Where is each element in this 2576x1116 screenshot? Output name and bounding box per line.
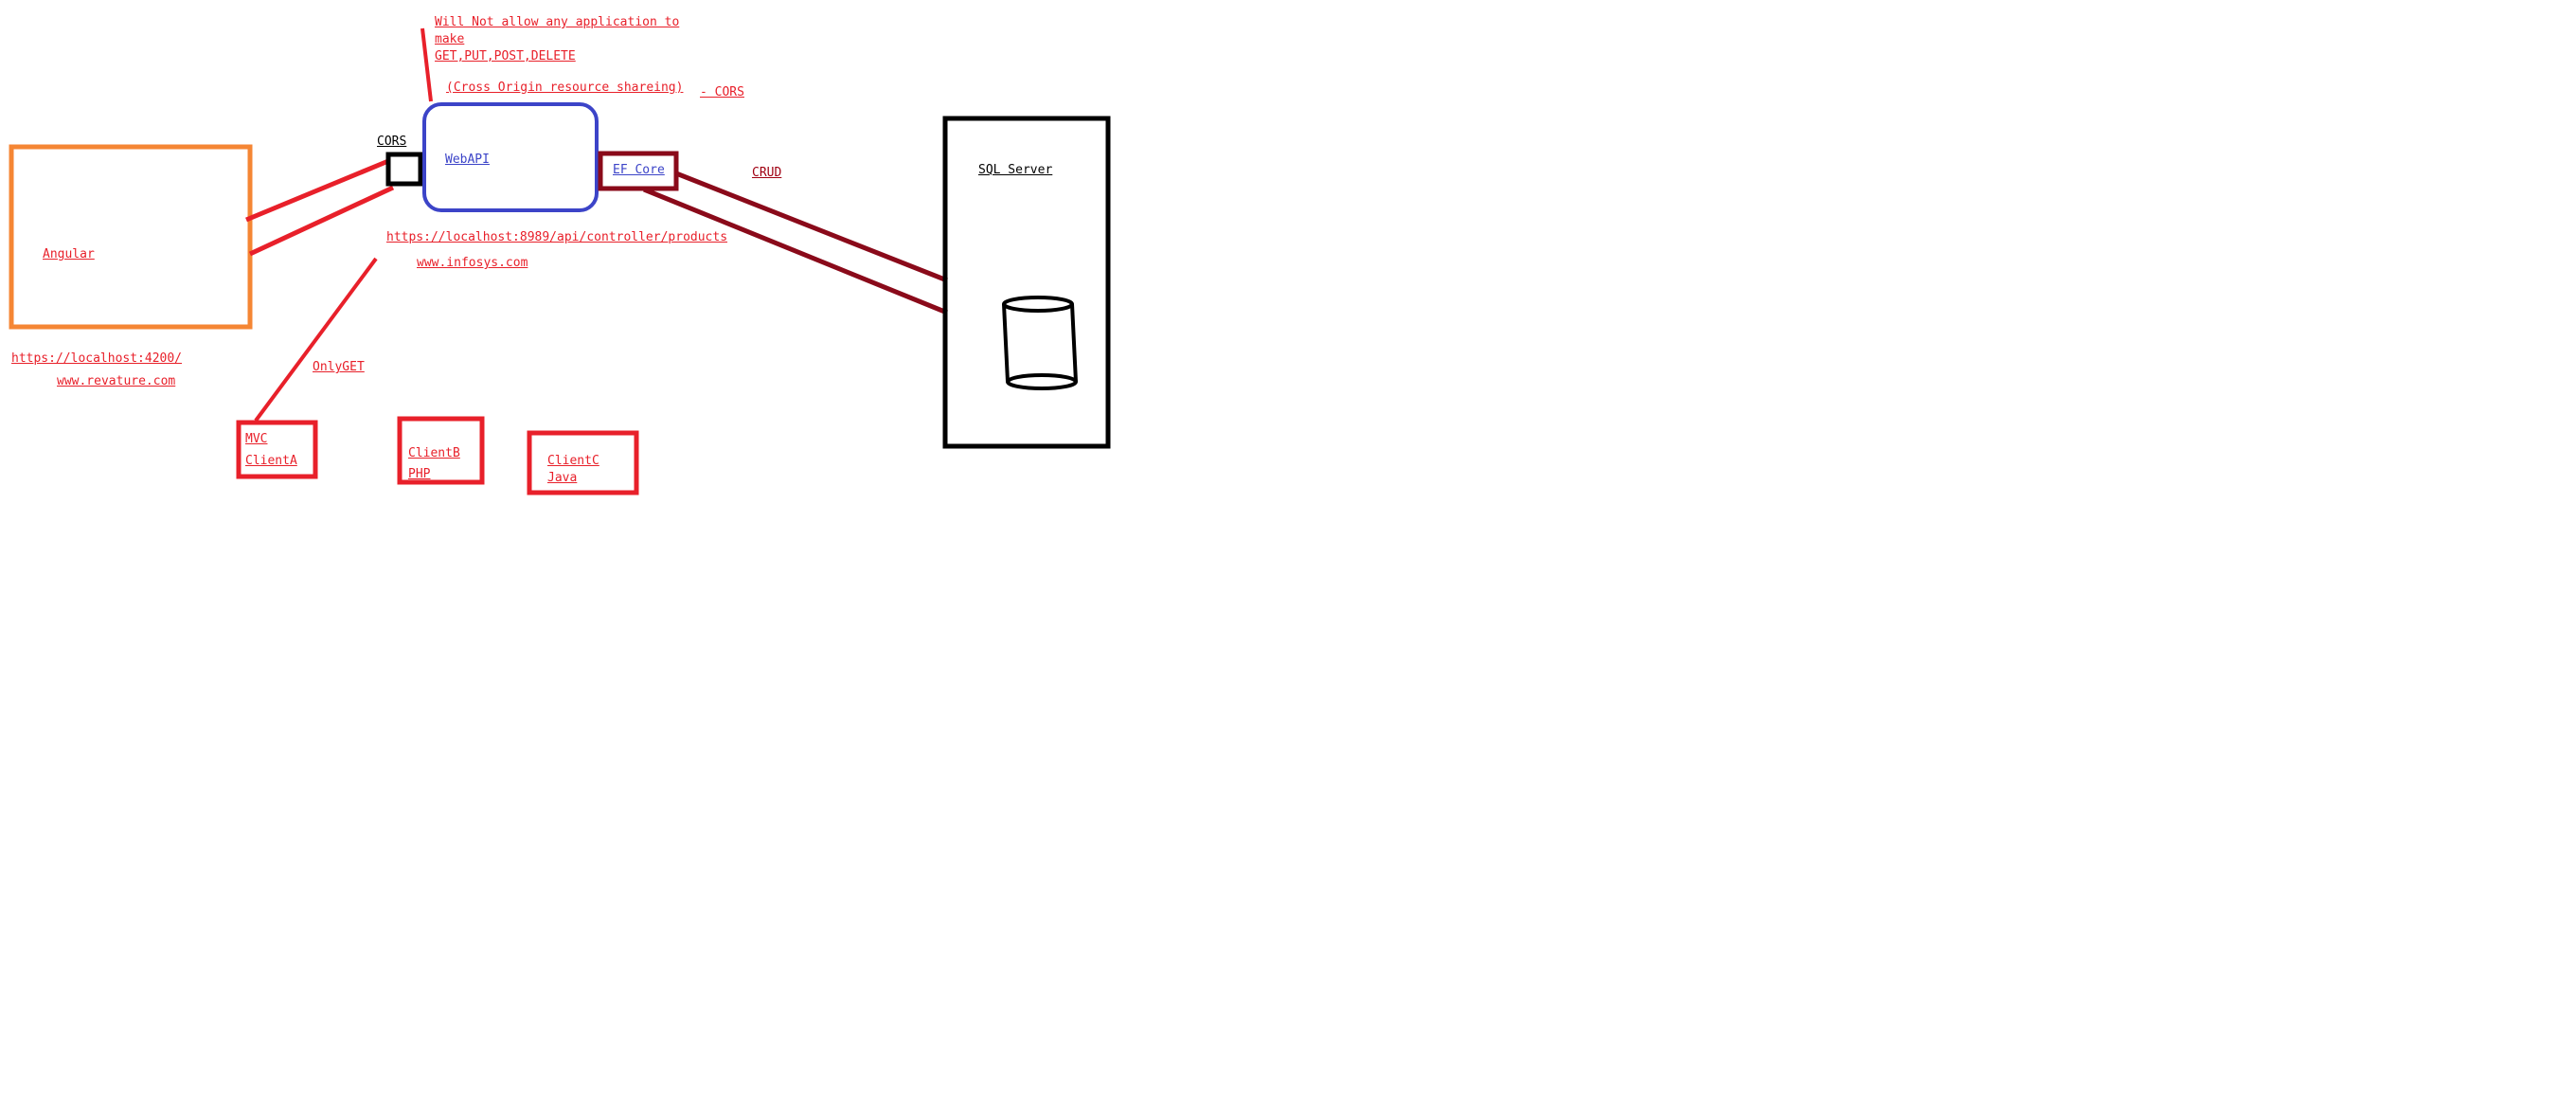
- angular-url-label: https://localhost:4200/: [11, 351, 183, 366]
- cors-box: [385, 152, 423, 187]
- client-a-line-1: MVC: [245, 432, 268, 446]
- onlyget-line: [254, 257, 378, 423]
- ef-core-label: EF Core: [613, 163, 665, 177]
- sql-server-label: SQL Server: [978, 163, 1053, 177]
- angular-cors-line-1: [245, 158, 389, 223]
- client-b-line-2: PHP: [408, 467, 431, 481]
- cors-box-label: CORS: [377, 135, 407, 149]
- diagram-canvas: Will Not allow any application to make G…: [0, 0, 2576, 1116]
- onlyget-label: OnlyGET: [313, 360, 365, 374]
- angular-box: [9, 144, 253, 330]
- note-line-2: make: [435, 32, 465, 46]
- angular-label: Angular: [43, 247, 95, 261]
- note-line-1: Will Not allow any application to: [435, 15, 680, 29]
- note-pointer-line: [420, 27, 433, 102]
- note-line-3: GET,PUT,POST,DELETE: [435, 49, 576, 63]
- angular-cors-line-2: [248, 185, 395, 257]
- cross-origin-label: (Cross Origin resource shareing): [446, 81, 684, 95]
- database-cylinder-icon: [1002, 296, 1078, 390]
- ef-sql-line-1: [675, 171, 948, 283]
- revature-label: www.revature.com: [57, 374, 176, 388]
- ef-sql-line-2: [643, 187, 948, 315]
- client-c-line-2: Java: [547, 471, 578, 485]
- client-b-line-1: ClientB: [408, 446, 460, 460]
- api-url-label: https://localhost:8989/api/controller/pr…: [386, 230, 728, 244]
- crud-label: CRUD: [752, 166, 782, 180]
- client-a-line-2: ClientA: [245, 454, 297, 468]
- cors-suffix-label: - CORS: [700, 85, 744, 99]
- infosys-label: www.infosys.com: [417, 256, 528, 270]
- diagram-shapes: [9, 27, 1111, 495]
- client-c-line-1: ClientC: [547, 454, 599, 468]
- webapi-label: WebAPI: [445, 153, 490, 167]
